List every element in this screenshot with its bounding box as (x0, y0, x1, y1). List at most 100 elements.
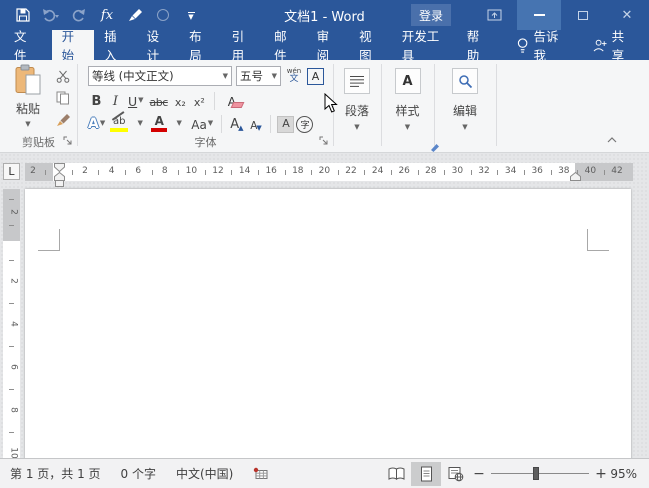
paste-button[interactable]: 粘贴 ▼ (5, 64, 51, 130)
chevron-down-icon: ▼ (405, 123, 410, 131)
ruler-tick (391, 170, 392, 175)
share-button[interactable]: 共享 (579, 30, 649, 60)
document-area: L 2 246810121416182022242628303234363840… (0, 153, 649, 458)
horizontal-ruler[interactable]: 2 24681012141618202224262830323436384042 (25, 163, 633, 181)
web-layout-icon (448, 466, 464, 482)
ruler-number: 14 (238, 166, 252, 176)
highlight-color-button[interactable]: ab (109, 114, 129, 134)
tab-stop-selector[interactable]: L (3, 163, 20, 180)
italic-button[interactable]: I (107, 91, 124, 111)
web-layout-button[interactable] (441, 462, 471, 486)
change-case-button[interactable]: Aa ▼ (189, 114, 215, 134)
ruler-tick (364, 170, 365, 175)
copy-button[interactable] (52, 88, 74, 108)
underline-button[interactable]: U ▼ (126, 91, 146, 111)
collapse-ribbon-button[interactable] (607, 132, 617, 146)
language-indicator[interactable]: 中文(中国) (166, 465, 243, 482)
ribbon-tab[interactable]: 审阅 (307, 30, 350, 60)
first-line-indent-marker[interactable] (54, 163, 65, 172)
circle-command-button[interactable] (152, 4, 174, 26)
search-magnifier-icon (458, 74, 473, 89)
paragraph-group-label: 段落 (345, 102, 369, 119)
word-window: fx ▼ 文档1 - Word 登录 (0, 0, 649, 488)
ribbon-tab[interactable]: 引用 (222, 30, 265, 60)
tab-file[interactable]: 文件 (0, 30, 52, 60)
text-effects-label: A (88, 116, 99, 132)
ribbon-tab[interactable]: 插入 (94, 30, 137, 60)
ruler-tick (338, 170, 339, 175)
character-shading-button[interactable]: A (277, 116, 294, 133)
paragraph-group-button[interactable]: 段落 ▼ (334, 60, 380, 152)
ruler-tick (9, 225, 14, 226)
styles-group-button[interactable]: A 样式 ▼ (382, 60, 433, 152)
qat-customize-button[interactable]: ▼ (180, 4, 202, 26)
page[interactable] (25, 189, 631, 462)
enclose-characters-button[interactable]: 字 (296, 116, 313, 133)
ribbon-tab[interactable]: 视图 (349, 30, 392, 60)
format-painter-button[interactable] (52, 110, 74, 130)
sign-in-button[interactable]: 登录 (411, 4, 451, 26)
zoom-in-button[interactable]: + (593, 466, 609, 482)
vertical-ruler[interactable]: 2 246810 (3, 189, 20, 458)
clear-formatting-button[interactable]: A (221, 91, 243, 111)
zoom-out-button[interactable]: − (471, 466, 487, 482)
font-color-dropdown[interactable]: ▼ (170, 114, 187, 134)
undo-button[interactable] (40, 4, 62, 26)
ribbon-tab-row: 文件 开始插入设计布局引用邮件审阅视图开发工具帮助 告诉我 共享 (0, 30, 649, 60)
font-name-combobox[interactable]: 等线 (中文正文) ▼ (88, 66, 232, 86)
print-layout-button[interactable] (411, 462, 441, 486)
word-count[interactable]: 0 个字 (111, 465, 166, 482)
editing-group-button[interactable]: 编辑 ▼ (435, 60, 495, 152)
right-indent-marker[interactable] (570, 172, 581, 181)
grow-font-button[interactable]: A ▲ (228, 114, 245, 134)
format-painter-qat-button[interactable] (124, 4, 146, 26)
collapse-ribbon-chevron-icon (607, 137, 617, 143)
page-indicator[interactable]: 第 1 页，共 1 页 (0, 465, 111, 482)
redo-button[interactable] (68, 4, 90, 26)
highlight-dropdown[interactable]: ▼ (131, 114, 148, 134)
left-indent-marker[interactable] (55, 180, 64, 187)
ruler-number: 38 (557, 166, 571, 176)
clipboard-dialog-launcher[interactable] (63, 135, 73, 149)
highlight-color-swatch (110, 128, 128, 132)
text-effects-button[interactable]: A ▼ (86, 114, 107, 134)
strikethrough-button[interactable]: abc (148, 91, 170, 111)
format-painter-icon (128, 8, 143, 22)
ruler-number: 8 (5, 402, 19, 419)
subscript-button[interactable]: x₂ (172, 91, 189, 111)
macro-record-button[interactable] (243, 467, 278, 480)
font-color-button[interactable]: A (150, 114, 168, 134)
zoom-slider[interactable] (491, 473, 589, 474)
bold-button[interactable]: B (88, 91, 105, 111)
font-name-value: 等线 (中文正文) (92, 68, 220, 84)
chevron-down-icon: ▼ (208, 119, 213, 127)
ruler-tick (45, 170, 46, 175)
tell-me[interactable]: 告诉我 (507, 30, 578, 60)
ribbon-tab[interactable]: 帮助 (457, 30, 500, 60)
insert-function-button[interactable]: fx (96, 4, 118, 26)
shrink-font-button[interactable]: A ▼ (247, 114, 264, 134)
ribbon-tab[interactable]: 布局 (179, 30, 222, 60)
ruler-tick (98, 170, 99, 175)
dialog-launcher-icon (319, 136, 329, 146)
ribbon-tab[interactable]: 设计 (137, 30, 180, 60)
zoom-slider-thumb[interactable] (533, 467, 539, 480)
read-mode-button[interactable] (381, 462, 411, 486)
font-size-combobox[interactable]: 五号 ▼ (236, 66, 281, 86)
ribbon-tab[interactable]: 开始 (52, 30, 95, 60)
zoom-level[interactable]: 95% (609, 467, 649, 481)
chevron-down-icon: ▼ (138, 96, 143, 104)
qat-dropdown-icon: ▼ (188, 12, 195, 19)
phonetic-guide-button[interactable]: wén 文 (285, 66, 303, 86)
ribbon-tab[interactable]: 开发工具 (392, 30, 457, 60)
character-border-button[interactable]: A (307, 68, 324, 85)
cut-button[interactable] (52, 66, 74, 86)
chevron-down-icon: ▼ (100, 119, 105, 127)
save-button[interactable] (12, 4, 34, 26)
dialog-launcher-icon (63, 136, 73, 146)
function-fx-icon: fx (101, 8, 113, 23)
ribbon-tab[interactable]: 邮件 (264, 30, 307, 60)
font-dialog-launcher[interactable] (319, 135, 329, 149)
superscript-button[interactable]: x² (191, 91, 208, 111)
chevron-down-icon: ▼ (462, 123, 467, 131)
